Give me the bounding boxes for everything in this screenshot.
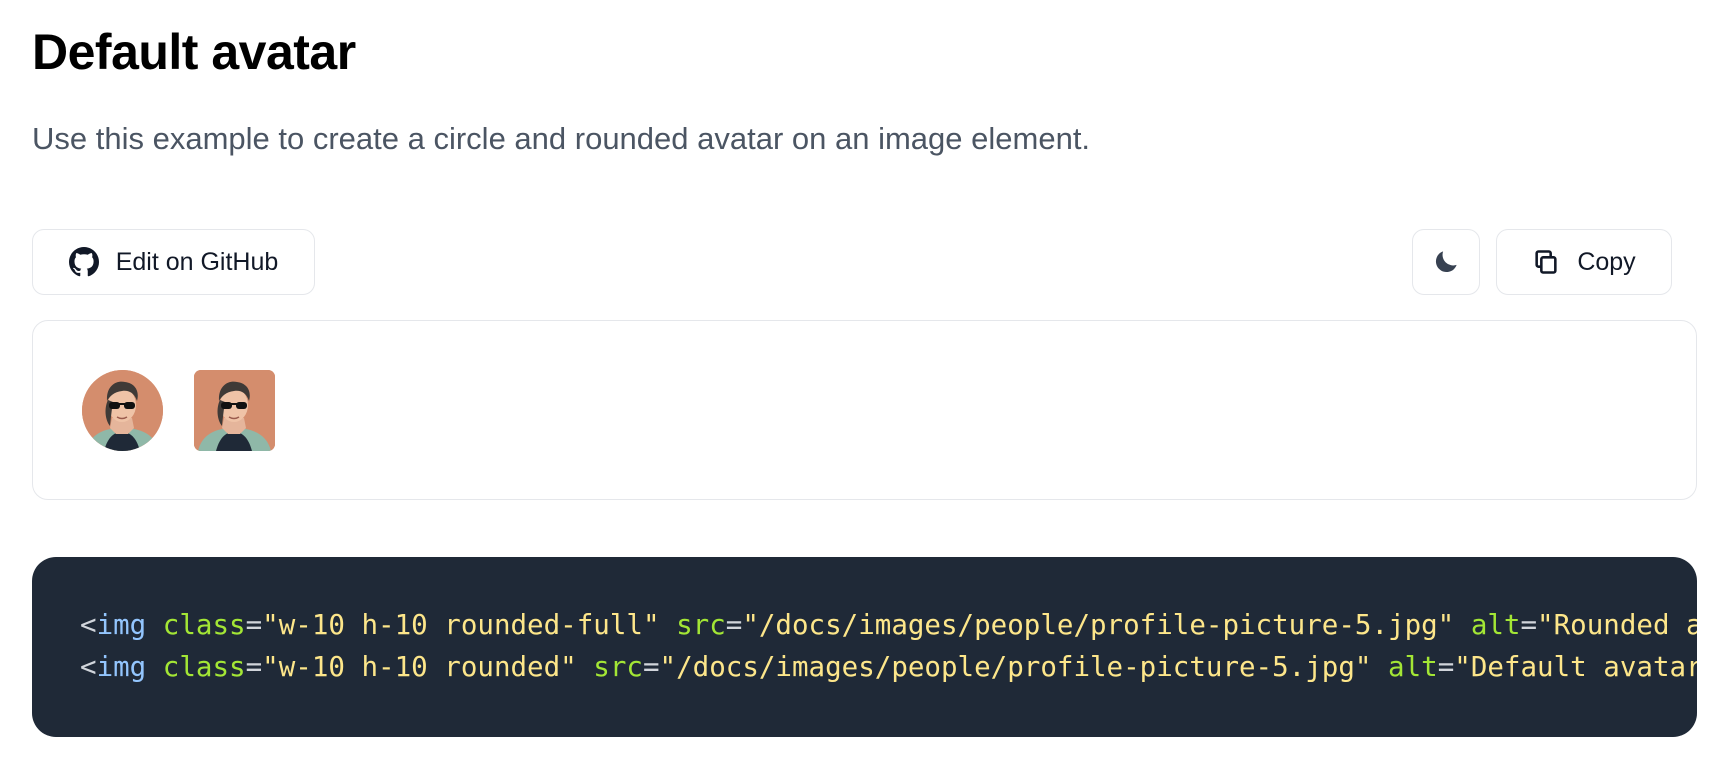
code-token-punct: < — [80, 609, 97, 641]
github-icon — [68, 247, 99, 277]
avatar-circle — [82, 370, 163, 451]
code-line: <img class="w-10 h-10 rounded" src="/doc… — [80, 646, 1697, 688]
code-token-tag: img — [96, 651, 147, 683]
code-token-string: "w-10 h-10 rounded-full" — [262, 609, 660, 641]
code-token-attr: alt — [1470, 609, 1521, 641]
code-token-punct: = — [642, 651, 660, 683]
code-token-string: "w-10 h-10 rounded" — [262, 651, 577, 683]
code-token-attr: src — [676, 609, 726, 641]
avatar-rounded — [194, 370, 275, 451]
copy-label: Copy — [1577, 247, 1636, 276]
code-line: <img class="w-10 h-10 rounded-full" src=… — [80, 604, 1697, 646]
theme-toggle-button[interactable] — [1412, 229, 1480, 295]
code-token-string: "/docs/images/people/profile-picture-5.j… — [742, 609, 1455, 641]
code-token-attr: class — [162, 609, 246, 641]
code-token-punct: < — [80, 651, 97, 683]
code-token-tag: img — [96, 609, 147, 641]
edit-on-github-label: Edit on GitHub — [115, 247, 279, 276]
code-token-attr: class — [162, 651, 246, 683]
code-token-attr: src — [593, 651, 643, 683]
copy-button[interactable]: Copy — [1496, 229, 1672, 295]
copy-icon — [1532, 248, 1560, 276]
code-token-punct: = — [1520, 609, 1538, 641]
moon-icon — [1431, 247, 1461, 277]
code-token-string: "Default avatar"> — [1454, 651, 1697, 683]
code-token-punct: = — [725, 609, 743, 641]
page-description: Use this example to create a circle and … — [32, 121, 1091, 156]
code-token-punct: = — [245, 609, 263, 641]
code-token-string: "Rounded avatar"> — [1537, 609, 1697, 641]
code-token-string: "/docs/images/people/profile-picture-5.j… — [659, 651, 1372, 683]
code-token-punct: = — [245, 651, 263, 683]
edit-on-github-button[interactable]: Edit on GitHub — [32, 229, 315, 295]
preview-panel — [32, 320, 1697, 500]
code-token-attr: alt — [1388, 651, 1438, 683]
page-title: Default avatar — [32, 24, 356, 80]
code-block[interactable]: <img class="w-10 h-10 rounded-full" src=… — [32, 557, 1697, 737]
code-token-punct: = — [1437, 651, 1455, 683]
